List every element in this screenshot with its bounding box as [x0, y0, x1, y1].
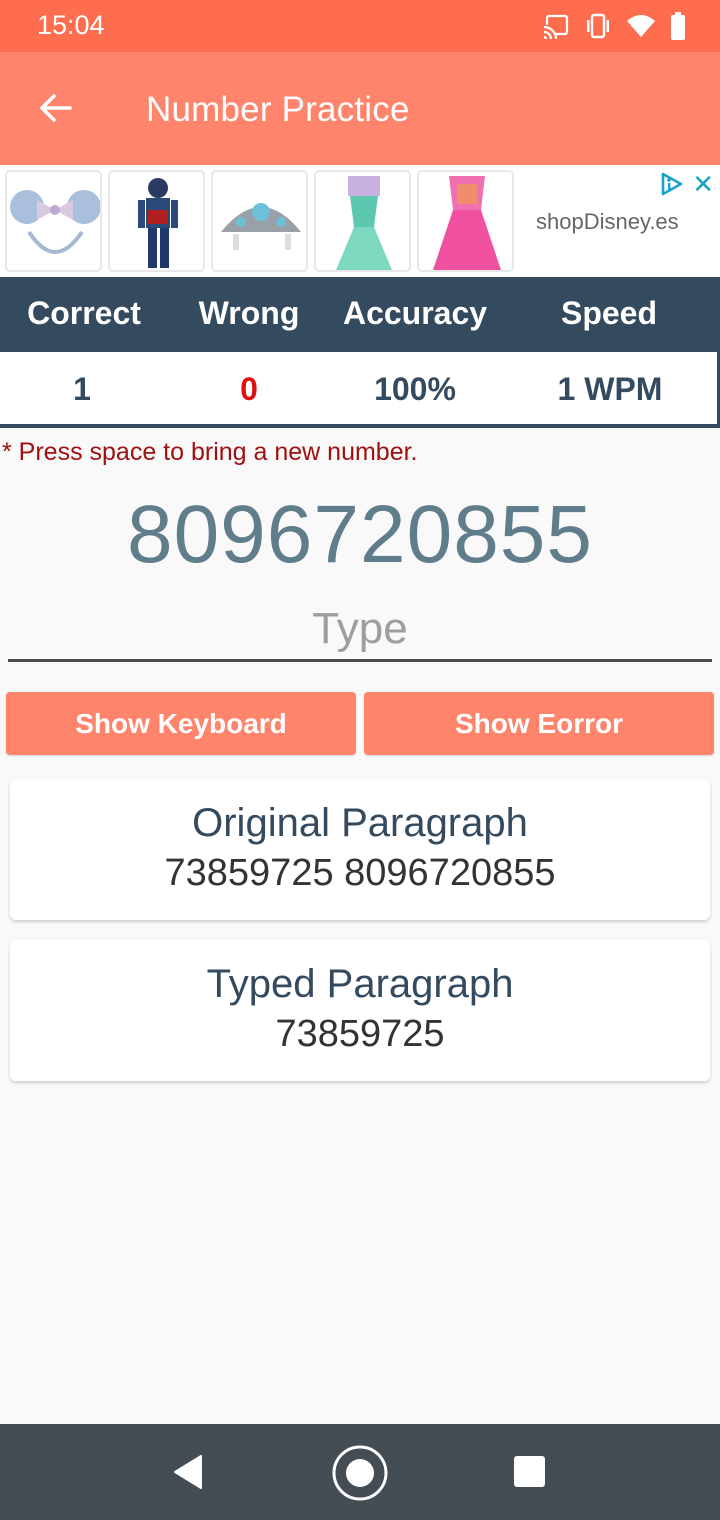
stats-header-speed: Speed [560, 295, 658, 331]
arrow-left-icon[interactable] [34, 86, 78, 130]
stats-header-wrong: Wrong [198, 295, 300, 331]
typed-paragraph-card: Typed Paragraph 73859725 [10, 940, 710, 1081]
page-title: Number Practice [146, 90, 410, 129]
system-nav-bar [0, 1424, 720, 1520]
stats-header-accuracy: Accuracy [342, 295, 488, 331]
wifi-icon [626, 13, 656, 44]
typed-paragraph-title: Typed Paragraph [206, 962, 514, 1006]
original-paragraph-card: Original Paragraph 73859725 8096720855 [10, 779, 710, 920]
ad-product-image[interactable] [108, 170, 205, 272]
show-keyboard-button[interactable]: Show Keyboard [6, 692, 356, 755]
nav-back-icon[interactable] [172, 1454, 204, 1495]
original-paragraph-title: Original Paragraph [192, 801, 528, 845]
wrong-count: 0 [240, 371, 258, 407]
hint-text: * Press space to bring a new number. [2, 438, 418, 466]
battery-icon [670, 12, 686, 45]
show-error-button[interactable]: Show Eorror [364, 692, 714, 755]
close-icon[interactable]: ✕ [692, 169, 714, 200]
status-time: 15:04 [37, 10, 105, 40]
nav-recents-icon[interactable] [514, 1456, 545, 1487]
original-paragraph-text: 73859725 8096720855 [164, 852, 556, 894]
type-input[interactable] [8, 598, 712, 662]
ad-product-image[interactable] [5, 170, 102, 272]
nav-home-icon[interactable] [331, 1444, 389, 1507]
ad-banner[interactable]: shopDisney.es ✕ [0, 165, 720, 277]
stats-values-row: 1 0 100% 1 WPM [0, 352, 720, 428]
speed-value: 1 WPM [557, 371, 663, 407]
correct-count: 1 [73, 371, 91, 407]
status-bar: 15:04 [0, 0, 720, 52]
stats-header-correct: Correct [27, 295, 141, 331]
adchoices-icon[interactable] [660, 171, 684, 202]
stats-header-row: Correct Wrong Accuracy Speed [0, 277, 720, 352]
cast-icon [542, 13, 570, 44]
status-icons [542, 12, 686, 45]
ad-product-image[interactable] [417, 170, 514, 272]
accuracy-value: 100% [374, 371, 456, 407]
app-bar: Number Practice [0, 52, 720, 165]
target-number: 8096720855 [126, 489, 594, 580]
vibrate-icon [584, 13, 612, 44]
ad-product-image[interactable] [314, 170, 411, 272]
ad-product-image[interactable] [211, 170, 308, 272]
typed-paragraph-text: 73859725 [275, 1013, 445, 1055]
ad-brand[interactable]: shopDisney.es [536, 209, 679, 235]
